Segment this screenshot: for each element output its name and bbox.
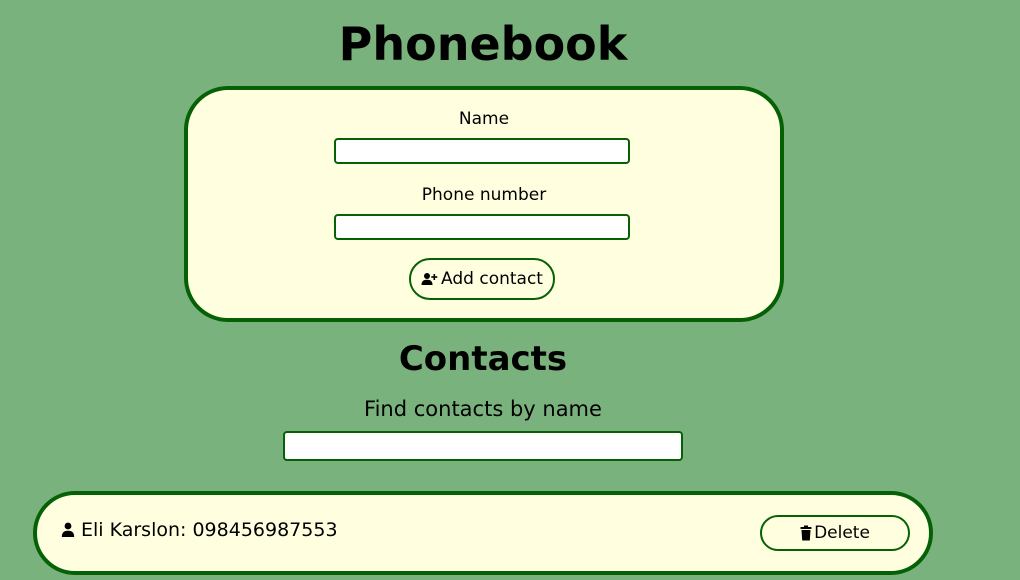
add-contact-form: Name Phone number Add contact bbox=[184, 86, 784, 322]
filter-label: Find contacts by name bbox=[364, 397, 602, 421]
contact-entry: Eli Karslon: 098456987553 bbox=[61, 517, 338, 543]
name-label: Name bbox=[458, 109, 510, 129]
contact-name-number: Eli Karslon: 098456987553 bbox=[81, 519, 338, 541]
person-icon bbox=[61, 522, 75, 538]
phone-number-label: Phone number bbox=[421, 185, 547, 205]
trash-icon bbox=[800, 525, 812, 541]
add-contact-button[interactable]: Add contact bbox=[409, 258, 555, 300]
contacts-title: Contacts bbox=[398, 339, 568, 379]
filter-input[interactable] bbox=[283, 431, 683, 461]
phone-number-input[interactable] bbox=[334, 214, 630, 240]
contact-list-item: Eli Karslon: 098456987553 Delete bbox=[33, 491, 933, 575]
page-title: Phonebook bbox=[338, 17, 628, 71]
delete-contact-button[interactable]: Delete bbox=[760, 515, 910, 551]
add-contact-button-label: Add contact bbox=[441, 269, 543, 289]
person-add-icon bbox=[421, 272, 438, 286]
name-input[interactable] bbox=[334, 138, 630, 164]
delete-button-label: Delete bbox=[814, 523, 870, 543]
